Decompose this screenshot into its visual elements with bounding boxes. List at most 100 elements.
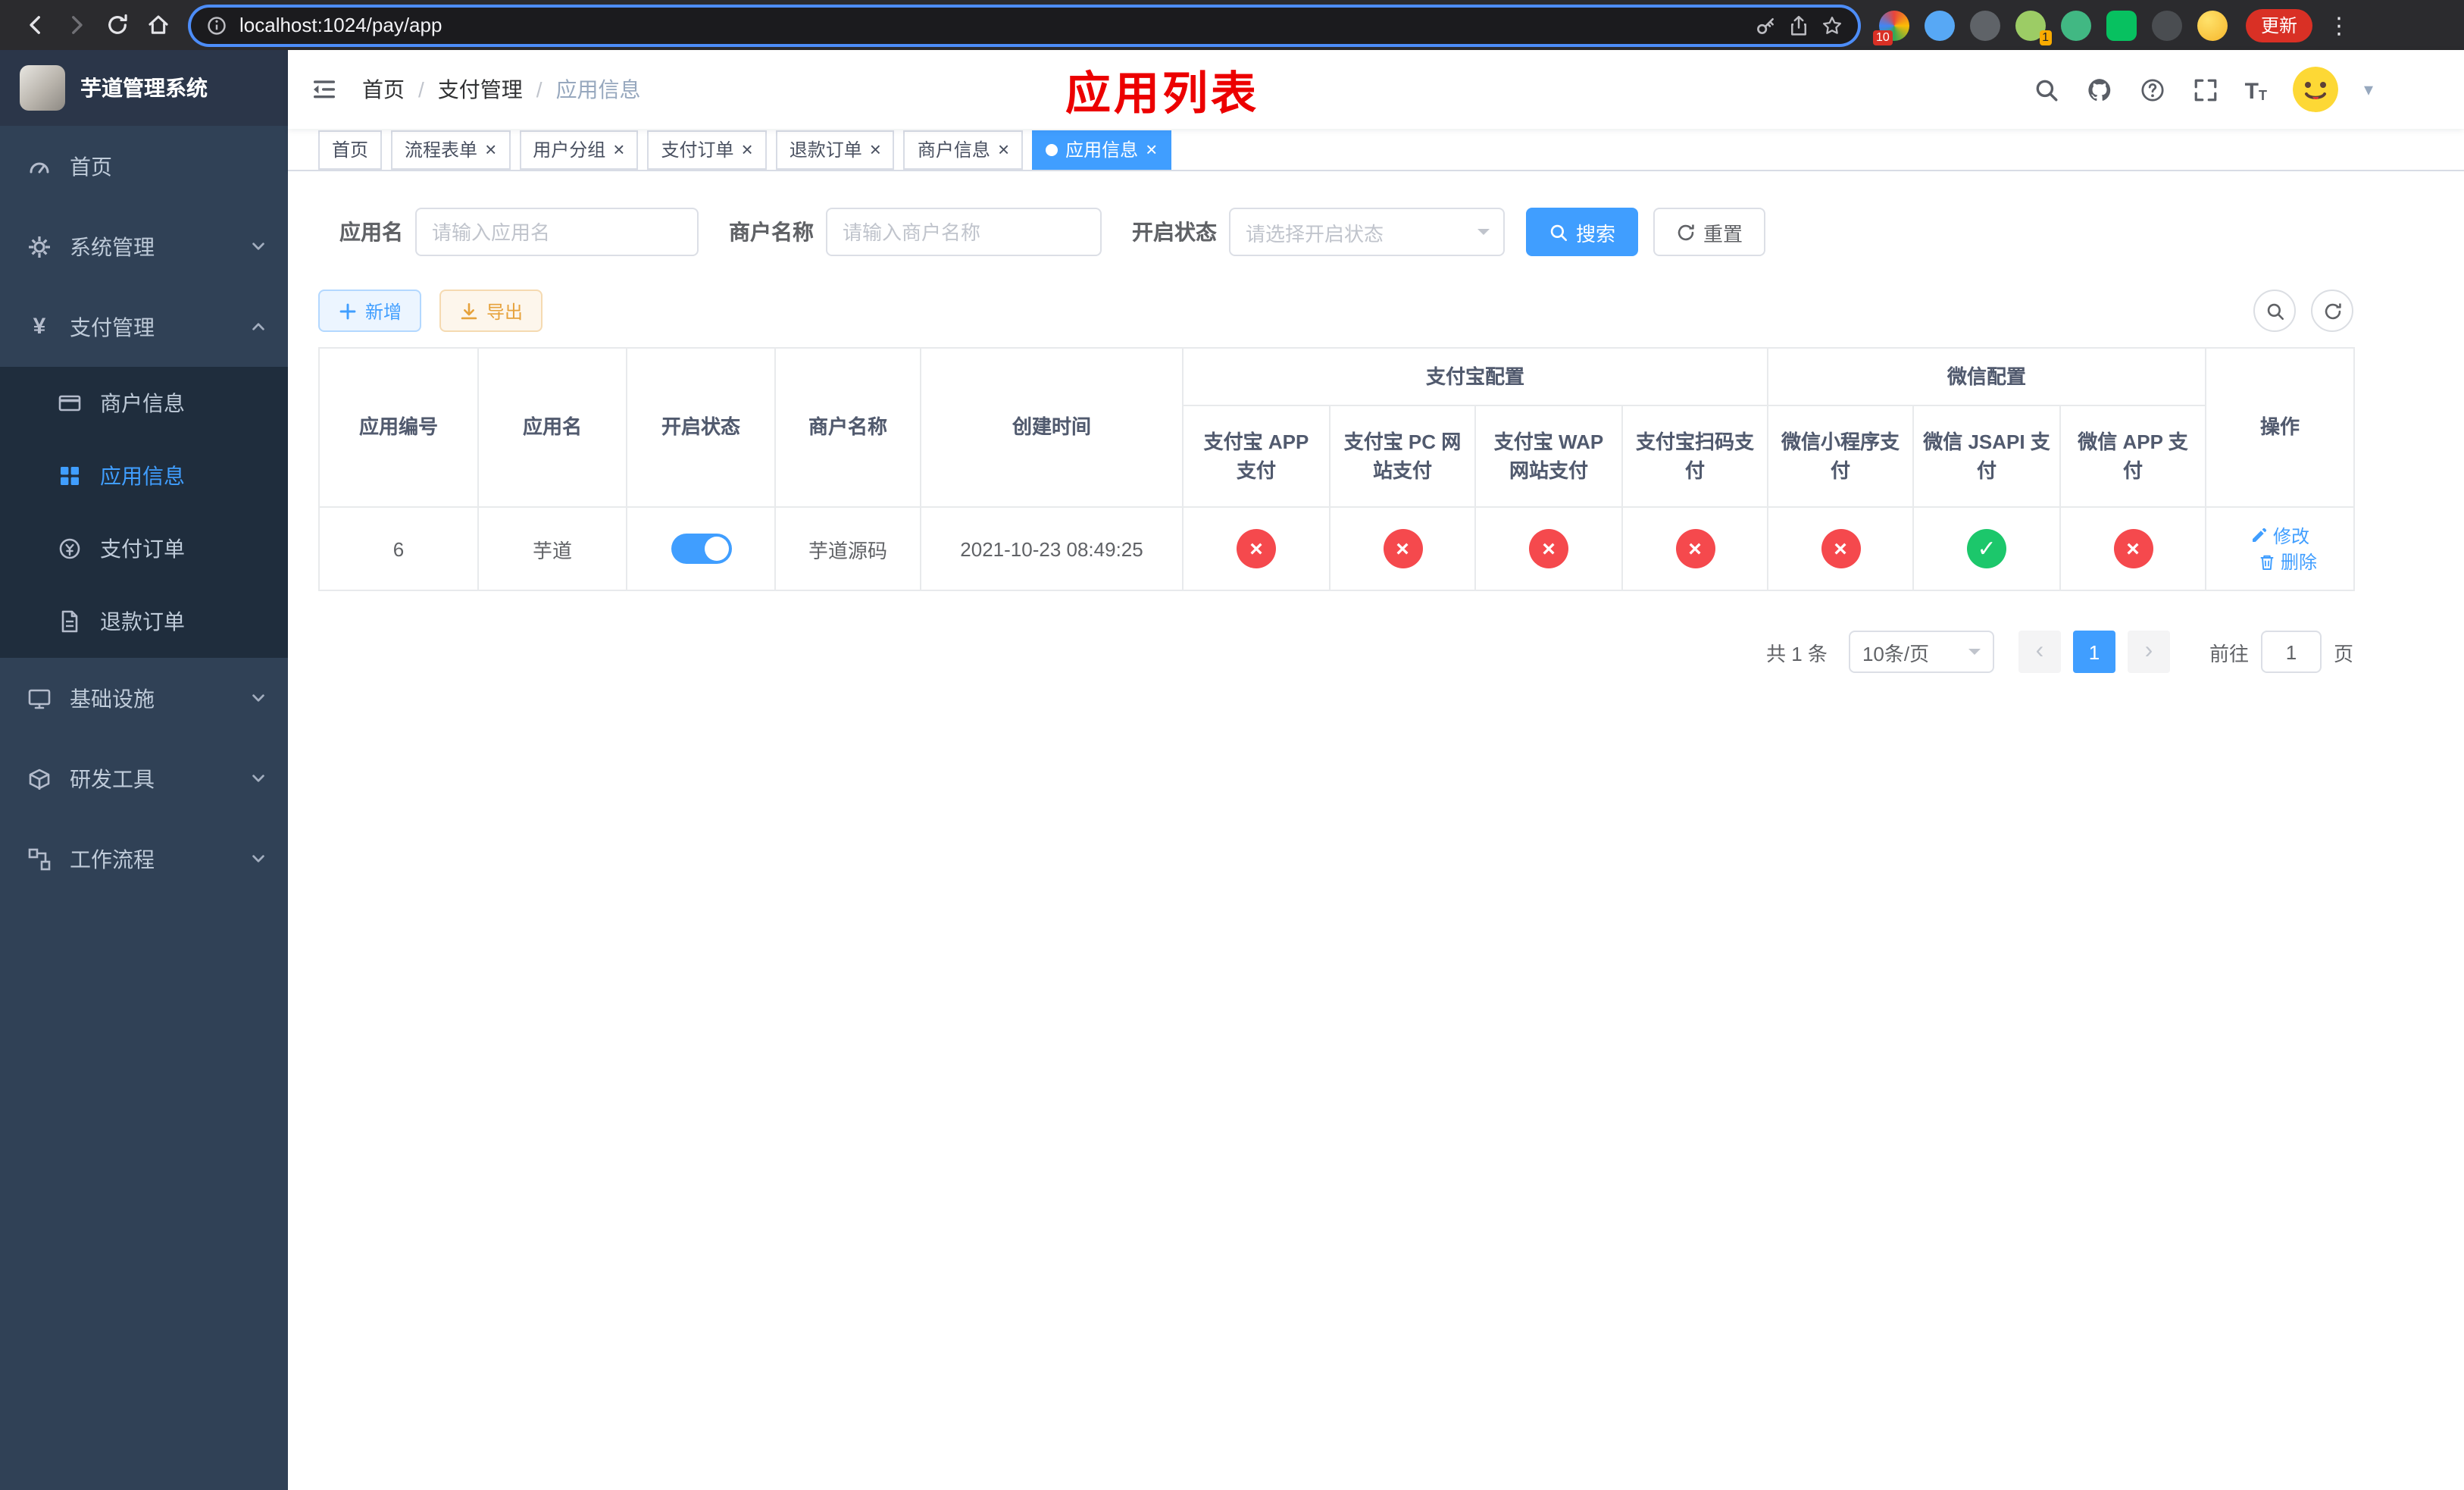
browser-menu-icon[interactable]: ⋮ — [2328, 11, 2350, 39]
chevron-down-icon — [250, 690, 267, 706]
active-dot — [1046, 143, 1058, 155]
breadcrumb-home[interactable]: 首页 — [362, 74, 405, 105]
app-name-input[interactable] — [415, 208, 699, 256]
browser-update-button[interactable]: 更新 — [2246, 8, 2313, 42]
table-toolbar: 新增 导出 — [318, 290, 2353, 332]
share-icon[interactable] — [1788, 14, 1809, 36]
cell-merchant: 芋道源码 — [774, 506, 921, 591]
merchant-name-input[interactable] — [826, 208, 1102, 256]
dashboard-icon — [27, 154, 52, 178]
sidebar-item-merchant-info[interactable]: 商户信息 — [0, 367, 288, 440]
close-icon[interactable]: × — [998, 139, 1009, 159]
breadcrumb: 首页 / 支付管理 / 应用信息 — [362, 74, 641, 105]
cell-wechat-mini: × — [1767, 506, 1915, 591]
goto-page-input[interactable] — [2260, 631, 2322, 673]
breadcrumb-payment[interactable]: 支付管理 — [438, 74, 523, 105]
extension-icon-blue-drop[interactable] — [1925, 10, 1955, 40]
status-toggle[interactable] — [671, 534, 731, 564]
gear-icon — [27, 234, 52, 258]
github-icon[interactable] — [2086, 76, 2113, 103]
search-form: 应用名 商户名称 开启状态 请选择开启状态 搜索 重置 — [318, 208, 2353, 256]
col-group-alipay: 支付宝配置 — [1181, 347, 1769, 406]
screen: localhost:1024/pay/app 10 1 更新 ⋮ 芋道管理系统 — [0, 0, 2464, 1490]
cell-alipay-wap: × — [1474, 506, 1623, 591]
search-button[interactable]: 搜索 — [1526, 208, 1639, 256]
tab-home[interactable]: 首页 — [318, 130, 383, 169]
sidebar: 芋道管理系统 首页 系统管理 ¥ 支付管理 商户信息 应用信息 支付订单 退款订… — [0, 50, 288, 1490]
status-cross-icon: × — [2113, 529, 2153, 568]
status-cross-icon: × — [1821, 529, 1861, 568]
help-icon[interactable] — [2139, 76, 2166, 103]
browser-forward-button[interactable] — [56, 5, 97, 45]
extension-icon-colorful[interactable]: 10 — [1873, 10, 1909, 45]
sidebar-item-home[interactable]: 首页 — [0, 126, 288, 206]
tab-refund-orders[interactable]: 退款订单 × — [775, 130, 895, 169]
close-icon[interactable]: × — [613, 139, 624, 159]
extension-icon-green-avatar[interactable]: 1 — [2015, 10, 2052, 45]
add-button[interactable]: 新增 — [318, 290, 422, 332]
next-page-button[interactable]: › — [2127, 631, 2170, 673]
col-wechat-app: 微信 APP 支付 — [2059, 405, 2207, 508]
extension-icon-wechat-devtools[interactable] — [2106, 10, 2137, 40]
navbar-actions: TT ▾ — [2033, 50, 2373, 129]
tab-payment-orders[interactable]: 支付订单 × — [647, 130, 767, 169]
bookmark-star-icon[interactable] — [1821, 14, 1843, 36]
document-icon — [58, 609, 82, 634]
page-number-button[interactable]: 1 — [2072, 631, 2115, 673]
password-key-icon[interactable] — [1755, 14, 1776, 36]
top-navbar: 首页 / 支付管理 / 应用信息 应用列表 TT ▾ — [288, 50, 2464, 129]
header-search-icon[interactable] — [2033, 76, 2060, 103]
chevron-up-icon — [250, 318, 267, 335]
sidebar-item-workflow[interactable]: 工作流程 — [0, 819, 288, 899]
fullscreen-icon[interactable] — [2192, 76, 2219, 103]
address-bar[interactable]: localhost:1024/pay/app — [191, 7, 1858, 43]
page-title: 应用列表 — [1065, 70, 1259, 120]
cell-alipay-app: × — [1182, 506, 1330, 591]
tab-process-form[interactable]: 流程表单 × — [391, 130, 511, 169]
export-button[interactable]: 导出 — [439, 290, 543, 332]
sidebar-item-infrastructure[interactable]: 基础设施 — [0, 658, 288, 738]
extensions-row: 10 1 — [1873, 10, 2228, 45]
reset-button[interactable]: 重置 — [1653, 208, 1766, 256]
user-avatar[interactable] — [2292, 67, 2338, 112]
sidebar-fold-icon[interactable] — [311, 76, 338, 103]
extension-badge: 1 — [2039, 30, 2052, 45]
page-size-select[interactable]: 10条/页 — [1848, 631, 1994, 673]
sidebar-item-refund-orders[interactable]: 退款订单 — [0, 585, 288, 658]
close-icon[interactable]: × — [485, 139, 496, 159]
extension-icon-pin[interactable] — [2152, 10, 2182, 40]
sidebar-item-dev-tools[interactable]: 研发工具 — [0, 738, 288, 819]
col-alipay-wap: 支付宝 WAP 网站支付 — [1474, 405, 1623, 508]
extension-badge: 10 — [1873, 30, 1893, 45]
tab-merchant-info[interactable]: 商户信息 × — [903, 130, 1024, 169]
status-select[interactable]: 请选择开启状态 — [1229, 208, 1505, 256]
edit-link[interactable]: 修改 — [2250, 522, 2309, 548]
pagination: 共 1 条 10条/页 ‹ 1 › 前往 页 — [318, 631, 2353, 673]
close-icon[interactable]: × — [1146, 139, 1157, 159]
tab-user-group[interactable]: 用户分组 × — [519, 130, 639, 169]
user-menu-caret-icon[interactable]: ▾ — [2364, 79, 2373, 100]
sidebar-item-app-info[interactable]: 应用信息 — [0, 440, 288, 512]
browser-reload-button[interactable] — [97, 5, 138, 45]
extension-icon-emoji[interactable] — [2197, 10, 2228, 40]
font-size-icon[interactable]: TT — [2245, 76, 2267, 103]
sidebar-item-payment-orders[interactable]: 支付订单 — [0, 512, 288, 585]
refresh-table-button[interactable] — [2311, 290, 2353, 332]
col-wechat-mini: 微信小程序支付 — [1767, 405, 1915, 508]
sidebar-item-payment[interactable]: ¥ 支付管理 — [0, 286, 288, 367]
delete-link[interactable]: 删除 — [2258, 549, 2317, 574]
cell-actions: 修改 删除 — [2205, 506, 2356, 591]
close-icon[interactable]: × — [742, 139, 753, 159]
close-icon[interactable]: × — [870, 139, 881, 159]
browser-back-button[interactable] — [15, 5, 56, 45]
app-name-label: 应用名 — [339, 220, 403, 244]
status-check-icon: ✓ — [1967, 529, 2007, 568]
sidebar-item-system[interactable]: 系统管理 — [0, 206, 288, 286]
extension-icon-vue-devtools[interactable] — [2061, 10, 2091, 40]
tab-app-info[interactable]: 应用信息 × — [1032, 130, 1171, 169]
toggle-search-button[interactable] — [2253, 290, 2296, 332]
prev-page-button[interactable]: ‹ — [2018, 631, 2061, 673]
extension-icon-dark-circle[interactable] — [1970, 10, 2000, 40]
browser-home-button[interactable] — [138, 5, 179, 45]
site-info-icon[interactable] — [206, 14, 227, 36]
